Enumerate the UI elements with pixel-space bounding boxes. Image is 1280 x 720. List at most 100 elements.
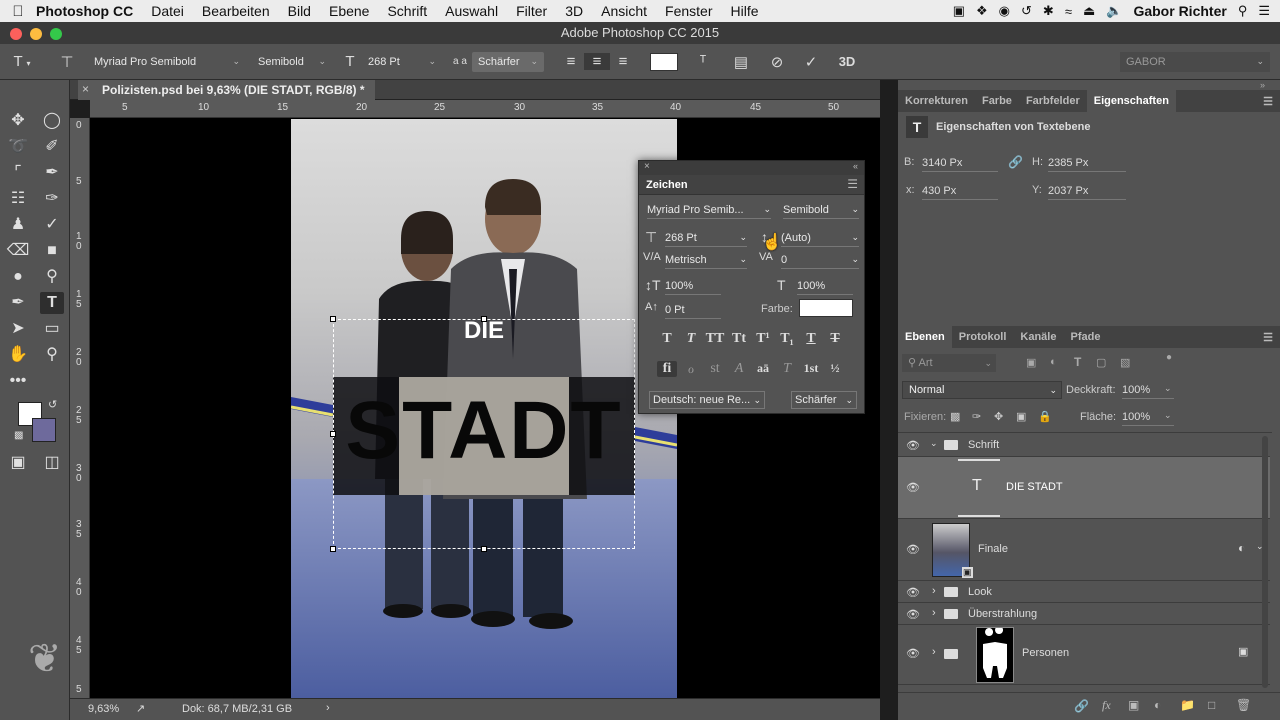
font-style-select[interactable]: Semibold ⌄ xyxy=(252,52,332,72)
gradient-tool-icon[interactable]: ■ xyxy=(40,240,64,262)
menu-schrift[interactable]: Schrift xyxy=(387,3,427,19)
stylistic-alternates-button[interactable]: A xyxy=(729,361,749,377)
eject-icon[interactable]: ⏏ xyxy=(1083,3,1095,19)
type-tool-icon[interactable]: T xyxy=(40,292,64,314)
group-expand-icon[interactable]: ⌄ xyxy=(930,438,938,449)
visibility-eye-icon[interactable]: 👁 xyxy=(906,543,920,556)
visibility-eye-icon[interactable]: 👁 xyxy=(906,647,920,660)
align-left-icon[interactable]: ≡ xyxy=(558,53,584,70)
menu-ebene[interactable]: Ebene xyxy=(329,3,369,19)
transform-handle[interactable] xyxy=(330,316,336,322)
lock-artboard-icon[interactable]: ▣ xyxy=(1016,410,1026,423)
tab-farbfelder[interactable]: Farbfelder xyxy=(1019,95,1087,107)
crop-tool-icon[interactable]: ⌜ xyxy=(6,162,30,184)
menu-ansicht[interactable]: Ansicht xyxy=(601,3,647,19)
transform-handle[interactable] xyxy=(481,546,487,552)
swap-colors-icon[interactable]: ↺ xyxy=(48,398,57,411)
visibility-eye-icon[interactable]: 👁 xyxy=(906,481,920,494)
text-bounding-box[interactable] xyxy=(333,319,635,549)
quick-mask-icon[interactable]: ▣ xyxy=(6,452,30,474)
layer-mask-thumbnail[interactable] xyxy=(976,626,1014,683)
search-icon[interactable]: ⚲ xyxy=(1238,3,1248,19)
workspace-select[interactable]: GABOR ⌄ xyxy=(1120,51,1270,72)
transform-handle[interactable] xyxy=(330,431,336,437)
menu-filter[interactable]: Filter xyxy=(516,3,547,19)
transform-handle[interactable] xyxy=(481,316,487,322)
ordinals-button[interactable]: 1st xyxy=(801,361,821,376)
lock-position-icon[interactable]: ✥ xyxy=(994,410,1003,423)
minimize-window-button[interactable] xyxy=(30,28,42,40)
small-caps-button[interactable]: Tt xyxy=(729,331,749,347)
apple-icon[interactable]:  xyxy=(0,3,36,20)
visibility-eye-icon[interactable]: 👁 xyxy=(906,586,920,599)
layer-row-ueberstrahlung[interactable]: 👁 › Überstrahlung xyxy=(898,603,1270,625)
marquee-tool-icon[interactable]: ◯ xyxy=(40,110,64,132)
antialias-select[interactable]: Schärfer ⌄ xyxy=(472,51,544,72)
user-name[interactable]: Gabor Richter xyxy=(1133,3,1226,19)
contextual-alternates-button[interactable]: T xyxy=(777,361,797,377)
layer-list-scrollbar[interactable] xyxy=(1262,436,1268,688)
path-selection-tool-icon[interactable]: ➤ xyxy=(6,318,30,340)
more-tools-icon[interactable]: ••• xyxy=(6,370,30,392)
character-panel-toggle-icon[interactable]: ▤ xyxy=(728,53,754,71)
group-collapsed-icon[interactable]: › xyxy=(932,607,936,619)
history-brush-tool-icon[interactable]: ✓ xyxy=(40,214,64,236)
layer-style-fx-icon[interactable]: fx xyxy=(1102,698,1111,713)
visibility-eye-icon[interactable]: 👁 xyxy=(906,608,920,621)
layer-row-finale[interactable]: 👁 ▣ Finale ◐ ⌄ xyxy=(898,519,1270,581)
character-panel-tab[interactable]: Zeichen xyxy=(639,175,864,195)
wifi-icon[interactable]: ≈ xyxy=(1065,4,1072,19)
faux-italic-button[interactable]: T xyxy=(681,331,701,347)
collapse-panel-icon[interactable]: « xyxy=(853,161,858,171)
close-window-button[interactable] xyxy=(10,28,22,40)
opacity-dropdown-icon[interactable]: ⌄ xyxy=(1164,383,1172,394)
filter-smart-object-icon[interactable]: ▧ xyxy=(1120,356,1130,369)
swash-button[interactable]: st xyxy=(705,361,725,377)
quick-selection-tool-icon[interactable]: ✐ xyxy=(40,136,64,158)
panel-menu-icon[interactable]: ☰ xyxy=(847,177,858,191)
dodge-tool-icon[interactable]: ⚲ xyxy=(40,266,64,288)
close-tab-icon[interactable]: × xyxy=(82,82,89,96)
link-dimensions-icon[interactable]: 🔗 xyxy=(1008,155,1023,169)
titling-alternates-button[interactable]: aā xyxy=(753,361,773,376)
underline-button[interactable]: T xyxy=(801,331,821,347)
blur-tool-icon[interactable]: ● xyxy=(6,266,30,288)
discretionary-ligatures-button[interactable]: ℴ xyxy=(681,361,701,378)
char-baseline-shift-field[interactable]: 0 Pt xyxy=(665,301,721,319)
x-position-field[interactable]: 430 Px xyxy=(922,182,998,200)
add-mask-icon[interactable]: ▣ xyxy=(1128,698,1139,712)
tab-eigenschaften[interactable]: Eigenschaften xyxy=(1086,90,1176,112)
layer-row-schrift[interactable]: 👁 ⌄ Schrift xyxy=(898,433,1270,457)
poster-artwork[interactable]: DIE STADT xyxy=(291,119,677,698)
rectangle-tool-icon[interactable]: ▭ xyxy=(40,318,64,340)
menu-bild[interactable]: Bild xyxy=(288,3,311,19)
layers-panel-menu-icon[interactable]: ☰ xyxy=(1256,331,1280,344)
adjustment-layer-icon[interactable]: ◐ xyxy=(1154,698,1161,712)
tab-korrekturen[interactable]: Korrekturen xyxy=(898,95,975,107)
filter-pixel-icon[interactable]: ▣ xyxy=(1026,356,1036,369)
width-field[interactable]: 3140 Px xyxy=(922,154,998,172)
menu-fenster[interactable]: Fenster xyxy=(665,3,712,19)
lock-transparent-icon[interactable]: ▩ xyxy=(950,410,960,423)
cancel-edit-icon[interactable]: ⊘ xyxy=(764,53,790,71)
brush-tool-icon[interactable]: ✑ xyxy=(40,188,64,210)
new-group-icon[interactable]: 📁 xyxy=(1180,698,1195,712)
export-icon[interactable]: ↗ xyxy=(136,702,145,715)
tool-preset-text-icon[interactable]: T ▾ xyxy=(0,53,44,70)
subscript-button[interactable]: T₁ xyxy=(777,331,797,347)
strikethrough-button[interactable]: T xyxy=(825,331,845,347)
filter-adjustment-icon[interactable]: ◐ xyxy=(1050,356,1057,368)
filter-type-icon[interactable]: T xyxy=(1074,355,1081,369)
move-tool-icon[interactable]: ✥ xyxy=(6,110,30,132)
char-horizontal-scale-field[interactable]: 100% xyxy=(797,277,853,295)
app-menu[interactable]: Photoshop CC xyxy=(36,3,133,19)
warp-text-icon[interactable]: ᵀ xyxy=(690,53,716,70)
pen-tool-icon[interactable]: ✒ xyxy=(6,292,30,314)
font-family-select[interactable]: Myriad Pro Semibold ⌄ xyxy=(88,52,246,72)
record-icon[interactable]: ◉ xyxy=(999,3,1010,19)
3d-text-icon[interactable]: 3D xyxy=(834,54,860,69)
fractions-button[interactable]: ½ xyxy=(825,361,845,376)
linked-mask-icon[interactable]: ▣ xyxy=(1238,645,1248,658)
text-color-swatch[interactable] xyxy=(650,52,678,71)
char-color-swatch[interactable] xyxy=(799,299,853,317)
